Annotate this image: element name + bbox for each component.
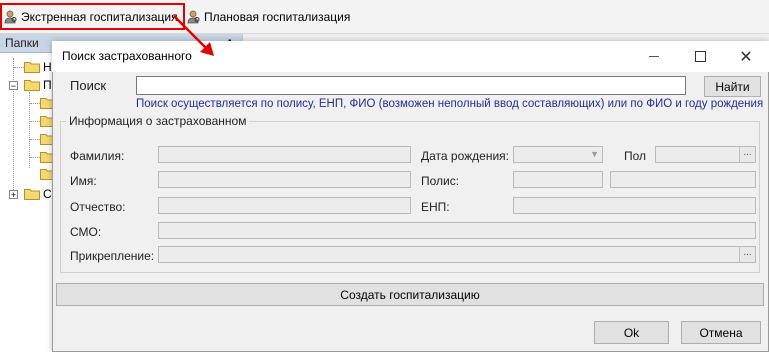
- gender-field[interactable]: ...: [655, 146, 756, 163]
- name-field[interactable]: [158, 171, 411, 188]
- find-button[interactable]: Найти: [704, 76, 761, 97]
- tree-expand-toggle[interactable]: +: [9, 190, 18, 200]
- annotation-arrow-icon: [173, 15, 214, 56]
- tree-item-label[interactable]: С: [43, 187, 52, 201]
- maximize-button[interactable]: [677, 41, 723, 72]
- minimize-button[interactable]: [631, 41, 677, 72]
- search-input[interactable]: [136, 76, 686, 95]
- planned-hospitalization-label: Плановая госпитализация: [204, 10, 351, 24]
- tree-line: [30, 139, 40, 140]
- policy-number-field[interactable]: [610, 171, 756, 188]
- birth-date-field[interactable]: ▼: [513, 146, 603, 163]
- dropdown-arrow-icon[interactable]: ▼: [590, 149, 599, 159]
- close-icon: ✕: [739, 48, 753, 66]
- surname-label: Фамилия:: [70, 149, 125, 163]
- tree-line: [30, 157, 40, 158]
- tree-line: [13, 58, 14, 194]
- name-label: Имя:: [70, 174, 97, 188]
- close-button[interactable]: ✕: [723, 41, 769, 72]
- maximize-icon: [694, 51, 706, 62]
- emergency-hospitalization-button[interactable]: Экстренная госпитализация: [4, 7, 178, 27]
- patronymic-label: Отчество:: [70, 200, 126, 214]
- folder-icon: [24, 189, 40, 200]
- tree-line: [30, 103, 40, 104]
- folder-open-icon: [24, 80, 40, 91]
- policy-label: Полис:: [421, 174, 460, 188]
- smo-field[interactable]: [158, 222, 756, 239]
- ok-button[interactable]: Ok: [594, 321, 669, 344]
- smo-label: СМО:: [70, 225, 102, 239]
- attachment-field[interactable]: ...: [158, 246, 756, 263]
- tree-line: [30, 121, 40, 122]
- create-hospitalization-button[interactable]: Создать госпитализацию: [56, 283, 764, 306]
- tree-line: [14, 67, 24, 68]
- tree-item-label[interactable]: П: [43, 78, 52, 92]
- cancel-button[interactable]: Отмена: [681, 321, 761, 344]
- ellipsis-button[interactable]: ...: [739, 147, 755, 162]
- attachment-label: Прикрепление:: [70, 249, 155, 263]
- folder-icon: [24, 62, 40, 73]
- minimize-icon: [649, 56, 659, 57]
- tree-item-label[interactable]: Н: [43, 60, 52, 74]
- emergency-hospitalization-label: Экстренная госпитализация: [21, 10, 178, 24]
- gender-label: Пол: [624, 149, 647, 163]
- enp-field[interactable]: [513, 197, 756, 214]
- enp-label: ЕНП:: [421, 200, 450, 214]
- insured-info-group-title: Информация о застрахованном: [66, 114, 250, 128]
- tree-collapse-toggle[interactable]: −: [9, 81, 18, 91]
- folders-panel-title: Папки: [5, 36, 39, 50]
- birth-date-label: Дата рождения:: [421, 149, 509, 163]
- surname-field[interactable]: [158, 146, 411, 163]
- policy-series-field[interactable]: [513, 171, 603, 188]
- ellipsis-button[interactable]: ...: [739, 247, 755, 262]
- person-search-icon: [4, 10, 17, 24]
- patronymic-field[interactable]: [158, 197, 411, 214]
- search-label: Поиск: [70, 78, 107, 93]
- search-hint: Поиск осуществляется по полису, ЕНП, ФИО…: [136, 98, 764, 110]
